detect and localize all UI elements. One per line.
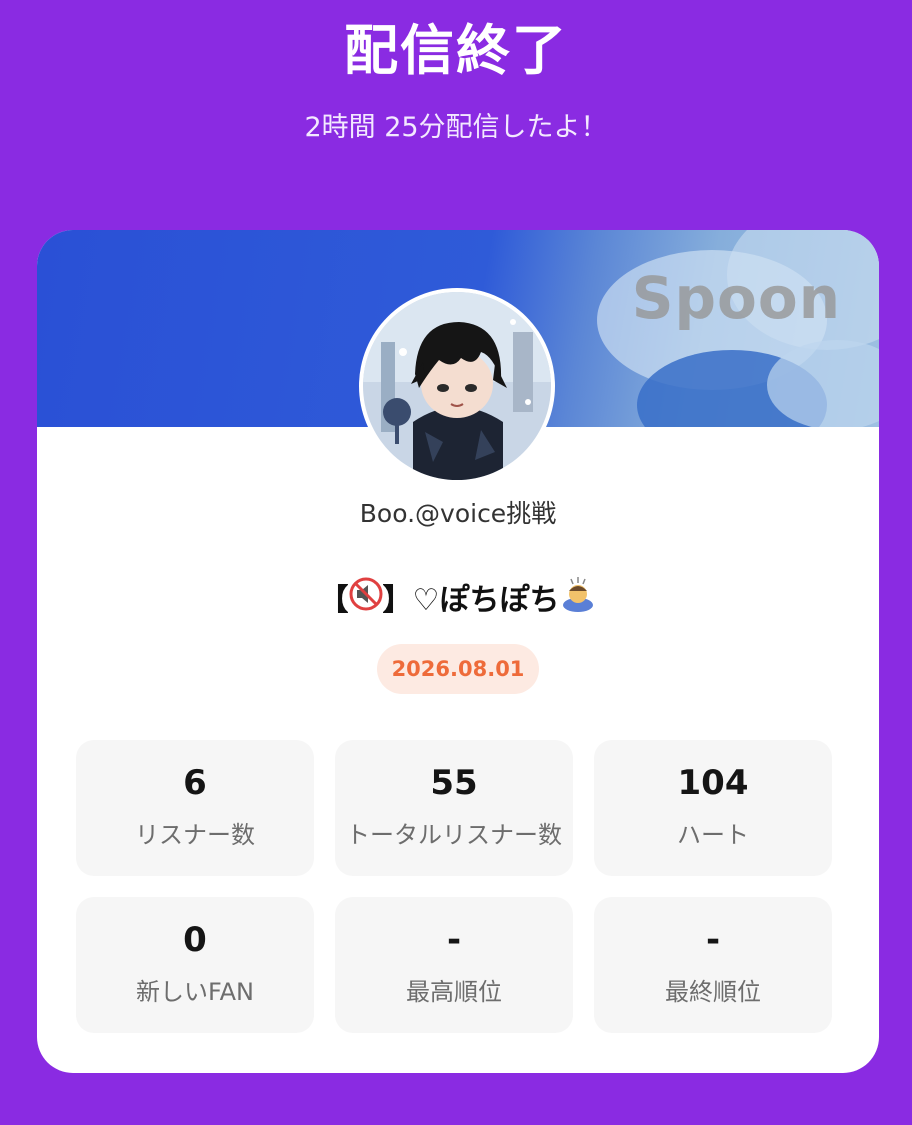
bowing-person-icon bbox=[559, 575, 597, 627]
stat-value: 6 bbox=[183, 763, 207, 803]
stat-listeners: 6 リスナー数 bbox=[76, 740, 314, 876]
stat-highest-rank: - 最高順位 bbox=[335, 897, 573, 1033]
page-title: 配信終了 bbox=[344, 19, 568, 82]
dj-name: Boo.@voice挑戦 bbox=[359, 499, 557, 528]
dj-avatar-icon bbox=[363, 292, 551, 480]
live-title: 【】♡ぽちぽち bbox=[37, 575, 879, 627]
stat-value: 0 bbox=[183, 920, 207, 960]
stat-final-rank: - 最終順位 bbox=[594, 897, 832, 1033]
stat-value: - bbox=[705, 920, 721, 960]
broadcast-duration: 2時間 25分配信したよ！ bbox=[304, 112, 608, 143]
broadcast-date-badge: 2026.08.01 bbox=[377, 644, 539, 694]
stat-value: 104 bbox=[677, 763, 749, 803]
stat-label: 新しいFAN bbox=[136, 978, 254, 1006]
stat-value: - bbox=[446, 920, 462, 960]
stat-label: リスナー数 bbox=[135, 821, 255, 849]
stat-label: ハート bbox=[677, 821, 749, 849]
dj-avatar[interactable] bbox=[359, 288, 555, 484]
muted-speaker-icon bbox=[349, 577, 383, 625]
stat-label: トータルリスナー数 bbox=[346, 821, 562, 849]
live-title-prefix: 【 bbox=[318, 583, 349, 618]
broadcast-summary-card: Spoon Boo.@voice挑戦 【 】♡ぽちぽち 2026.08.01 6… bbox=[37, 230, 879, 1073]
stat-label: 最高順位 bbox=[406, 978, 502, 1006]
stat-label: 最終順位 bbox=[665, 978, 761, 1006]
stat-new-fans: 0 新しいFAN bbox=[76, 897, 314, 1033]
stat-hearts: 104 ハート bbox=[594, 740, 832, 876]
live-title-text: 】♡ぽちぽち bbox=[382, 583, 560, 618]
spoon-watermark: Spoon bbox=[631, 264, 841, 332]
stat-value: 55 bbox=[430, 763, 478, 803]
stat-total-listeners: 55 トータルリスナー数 bbox=[335, 740, 573, 876]
